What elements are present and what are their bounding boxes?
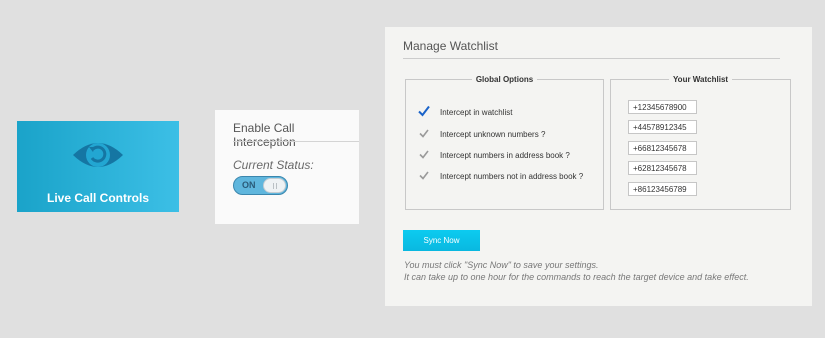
interception-toggle[interactable]: ON <box>233 176 288 195</box>
sync-note-line-1: You must click "Sync Now" to save your s… <box>404 260 599 270</box>
call-interception-panel: Enable Call Interception Current Status:… <box>215 110 359 224</box>
your-watchlist-legend: Your Watchlist <box>672 75 729 84</box>
toggle-state-label: ON <box>242 180 256 190</box>
title-divider <box>233 141 359 142</box>
intercept-title: Enable Call Interception <box>233 121 296 149</box>
watchlist-number-field[interactable] <box>628 182 697 196</box>
your-watchlist-box: Your Watchlist <box>610 75 791 210</box>
watchlist-number-field[interactable] <box>628 120 697 134</box>
option-label: Intercept unknown numbers ? <box>440 130 546 139</box>
option-label: Intercept in watchlist <box>440 108 513 117</box>
watchlist-number-field[interactable] <box>628 161 697 175</box>
watchlist-number-field[interactable] <box>628 100 697 114</box>
checkmark-icon[interactable] <box>418 127 430 139</box>
checkmark-icon[interactable] <box>418 148 430 160</box>
global-options-legend: Global Options <box>475 75 534 84</box>
tile-label: Live Call Controls <box>46 191 150 205</box>
watchlist-number-field[interactable] <box>628 141 697 155</box>
eye-refresh-icon <box>73 143 123 167</box>
sync-now-button[interactable]: Sync Now <box>403 230 480 251</box>
manage-watchlist-panel: Manage Watchlist Global Options Intercep… <box>385 27 812 306</box>
checkmark-icon[interactable] <box>418 105 430 117</box>
live-call-controls-tile[interactable]: Live Call Controls <box>17 121 179 212</box>
global-options-box: Global Options Intercept in watchlist In… <box>405 75 604 210</box>
title-divider <box>403 58 780 59</box>
current-status-label: Current Status: <box>233 158 314 172</box>
checkmark-icon[interactable] <box>418 169 430 181</box>
toggle-knob[interactable] <box>263 178 286 193</box>
watchlist-title: Manage Watchlist <box>403 39 498 53</box>
option-label: Intercept numbers not in address book ? <box>440 172 584 181</box>
option-label: Intercept numbers in address book ? <box>440 151 570 160</box>
sync-note-line-2: It can take up to one hour for the comma… <box>404 272 749 282</box>
